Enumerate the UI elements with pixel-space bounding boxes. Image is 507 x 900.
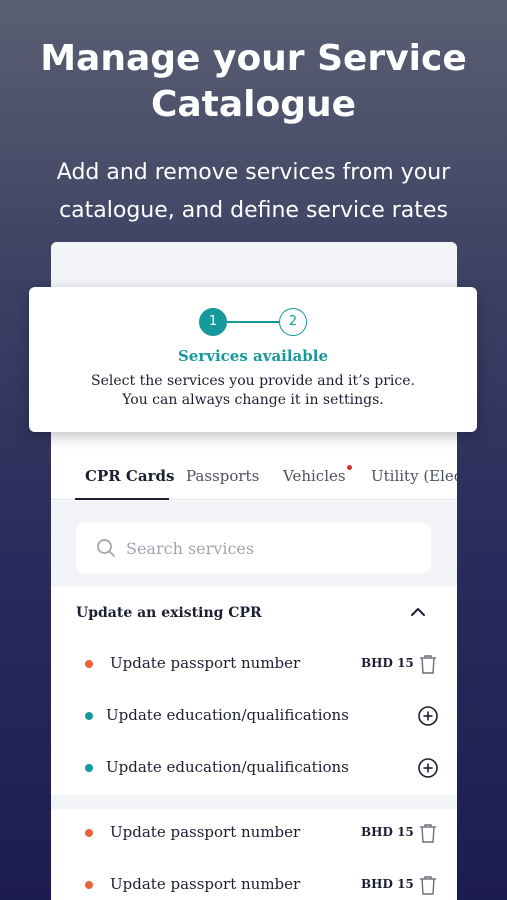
status-dot: [85, 881, 93, 889]
search-icon: [97, 539, 115, 557]
tab-passports[interactable]: Passports: [186, 467, 259, 485]
step-title: Services available: [177, 347, 329, 365]
status-dot: [85, 829, 93, 837]
step-description: Select the services you provide and it’s…: [29, 372, 477, 410]
service-label: Update passport number: [110, 823, 301, 841]
search-box[interactable]: [76, 523, 431, 573]
progress-stepper: 1 2: [199, 308, 309, 336]
step-connector: [227, 321, 279, 323]
status-dot: [85, 660, 93, 668]
step-description-line2: You can always change it in settings.: [122, 392, 384, 408]
hero-title: Manage your Service Catalogue: [0, 36, 507, 128]
tab-vehicles[interactable]: Vehicles: [283, 467, 346, 485]
trash-icon[interactable]: [417, 822, 439, 844]
trash-icon[interactable]: [417, 874, 439, 896]
hero-subtitle-line2: catalogue, and define service rates: [59, 198, 448, 223]
step-description-line1: Select the services you provide and it’s…: [91, 373, 415, 389]
group-divider: [51, 795, 457, 809]
hero-title-line2: Catalogue: [150, 84, 357, 125]
service-row: Update passport number BHD 15: [51, 860, 457, 900]
add-circle-icon[interactable]: [417, 705, 439, 727]
service-price: BHD 15: [361, 656, 414, 670]
service-row: Update passport number BHD 15: [51, 808, 457, 860]
add-circle-icon[interactable]: [417, 757, 439, 779]
chevron-up-icon[interactable]: [409, 603, 427, 621]
status-dot: [85, 712, 93, 720]
service-label: Update education/qualifications: [106, 706, 349, 724]
stepper-card: 1 2 Services available Select the servic…: [29, 287, 477, 432]
service-label: Update passport number: [110, 875, 301, 893]
service-label: Update passport number: [110, 654, 301, 672]
search-area: [51, 501, 457, 587]
service-price: BHD 15: [361, 877, 414, 891]
step-1-indicator: 1: [199, 308, 227, 336]
hero-subtitle: Add and remove services from your catalo…: [0, 154, 507, 230]
section-header[interactable]: Update an existing CPR: [51, 587, 457, 637]
trash-icon[interactable]: [417, 653, 439, 675]
service-row: Update education/qualifications: [51, 691, 457, 743]
status-dot: [85, 764, 93, 772]
notification-dot: [347, 465, 352, 470]
service-price: BHD 15: [361, 825, 414, 839]
service-row: Update education/qualifications: [51, 743, 457, 795]
step-2-indicator: 2: [279, 308, 307, 336]
service-row: Update passport number BHD 15: [51, 639, 457, 691]
section-title: Update an existing CPR: [76, 605, 262, 621]
hero-subtitle-line1: Add and remove services from your: [56, 160, 451, 185]
active-tab-indicator: [75, 498, 169, 500]
hero-title-line1: Manage your Service: [40, 38, 467, 79]
category-tabs: CPR Cards Passports Vehicles Utility (El…: [51, 452, 457, 500]
tab-utility[interactable]: Utility (Elec: [371, 467, 457, 485]
tab-cpr-cards[interactable]: CPR Cards: [85, 467, 174, 485]
service-label: Update education/qualifications: [106, 758, 349, 776]
search-input[interactable]: [126, 534, 416, 562]
